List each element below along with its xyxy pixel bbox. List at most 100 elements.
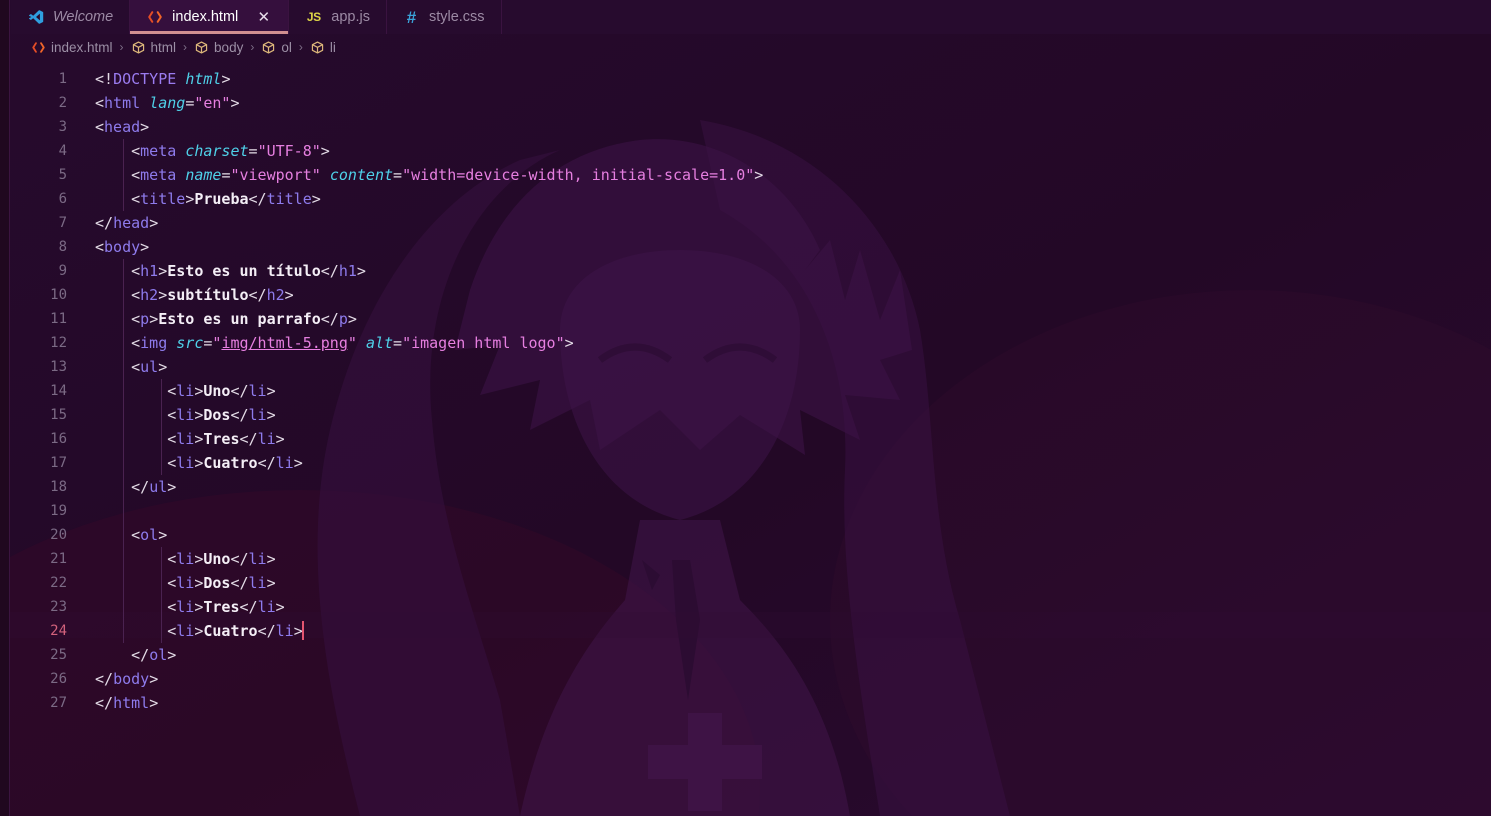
line-content: <body> (95, 238, 150, 256)
code-line[interactable]: 8 <body> (11, 235, 1491, 259)
line-content: <li>Dos</li> (167, 406, 276, 424)
indent-guide (123, 523, 124, 643)
line-content: </head> (95, 214, 159, 232)
code-line[interactable]: 4 <meta charset="UTF-8"> (11, 139, 1491, 163)
code-line[interactable]: 25 </ol> (11, 643, 1491, 667)
code-line[interactable]: 12 <img src="img/html-5.png" alt="imagen… (11, 331, 1491, 355)
line-number: 7 (58, 215, 67, 231)
breadcrumb-item-li[interactable]: li (309, 40, 337, 55)
line-number: 8 (58, 239, 67, 255)
breadcrumb-label: index.html (51, 39, 113, 55)
code-line[interactable]: 19 (11, 499, 1491, 523)
line-content: <ol> (131, 526, 168, 544)
line-number: 21 (50, 551, 67, 567)
tab-welcome[interactable]: Welcome (11, 0, 131, 34)
line-content: <h1>Esto es un título</h1> (131, 262, 366, 280)
code-lines-container: 1 <!DOCTYPE html> 2 <html lang="en"> 3 <hea… (11, 60, 1491, 715)
code-line[interactable]: 13 <ul> (11, 355, 1491, 379)
line-number: 2 (58, 95, 67, 111)
css-icon: # (406, 7, 417, 27)
code-line[interactable]: 16 <li>Tres</li> (11, 427, 1491, 451)
breadcrumb-separator-icon: › (250, 40, 255, 54)
line-content: <li>Tres</li> (167, 430, 285, 448)
code-line[interactable]: 9 <h1>Esto es un título</h1> (11, 259, 1491, 283)
code-line[interactable]: 1 <!DOCTYPE html> (11, 67, 1491, 91)
line-number: 15 (50, 407, 67, 423)
activity-bar-strip[interactable] (0, 0, 10, 816)
code-line[interactable]: 6 <title>Prueba</title> (11, 187, 1491, 211)
line-content: <html lang="en"> (95, 94, 240, 112)
indent-guide (161, 547, 162, 643)
line-content: </ul> (131, 478, 177, 496)
breadcrumb-item-ol[interactable]: ol (260, 40, 293, 55)
line-number: 12 (50, 335, 67, 351)
line-number: 9 (58, 263, 67, 279)
line-content: <li>Uno</li> (167, 382, 276, 400)
line-number: 6 (58, 191, 67, 207)
code-line[interactable]: 18 </ul> (11, 475, 1491, 499)
breadcrumb-item-index-html[interactable]: index.html (30, 40, 114, 55)
code-line[interactable]: 21 <li>Uno</li> (11, 547, 1491, 571)
indent-guide (123, 259, 124, 523)
code-line[interactable]: 2 <html lang="en"> (11, 91, 1491, 115)
breadcrumb-item-html[interactable]: html (130, 40, 178, 55)
breadcrumb-label: li (329, 39, 336, 55)
editor-tab-bar: Welcome index.html ✕ JS app.js # style.c… (11, 0, 1491, 34)
symbol-cube-icon (310, 40, 325, 55)
code-line[interactable]: 27 </html> (11, 691, 1491, 715)
code-line[interactable]: 14 <li>Uno</li> (11, 379, 1491, 403)
code-line[interactable]: 11 <p>Esto es un parrafo</p> (11, 307, 1491, 331)
breadcrumb-separator-icon: › (183, 40, 188, 54)
tab-style-css[interactable]: # style.css (386, 0, 502, 34)
close-icon[interactable]: ✕ (255, 9, 272, 26)
vscode-window: Welcome index.html ✕ JS app.js # style.c… (0, 0, 1491, 816)
line-content: </html> (95, 694, 159, 712)
line-content: </ol> (131, 646, 177, 664)
symbol-cube-icon (194, 40, 209, 55)
line-number: 4 (58, 143, 67, 159)
line-content: <li>Tres</li> (167, 598, 285, 616)
line-number: 5 (58, 167, 67, 183)
code-line[interactable]: 20 <ol> (11, 523, 1491, 547)
line-number: 20 (50, 527, 67, 543)
code-line-active[interactable]: 24 <li>Cuatro</li> (11, 619, 1491, 643)
line-content: <p>Esto es un parrafo</p> (131, 310, 357, 328)
breadcrumb-label: html (150, 39, 177, 55)
code-line[interactable]: 3 <head> (11, 115, 1491, 139)
text-cursor (301, 621, 304, 640)
code-editor[interactable]: 1 <!DOCTYPE html> 2 <html lang="en"> 3 <hea… (11, 60, 1491, 816)
breadcrumb-separator-icon: › (119, 40, 124, 54)
line-number: 11 (50, 311, 67, 327)
line-number: 23 (50, 599, 67, 615)
line-content: <img src="img/html-5.png" alt="imagen ht… (131, 334, 574, 352)
line-content: <li>Uno</li> (167, 550, 276, 568)
code-line[interactable]: 15 <li>Dos</li> (11, 403, 1491, 427)
code-line[interactable]: 26 </body> (11, 667, 1491, 691)
line-content: <h2>subtítulo</h2> (131, 286, 294, 304)
tab-index-html[interactable]: index.html ✕ (130, 0, 290, 34)
tab-app-js[interactable]: JS app.js (289, 0, 387, 34)
symbol-cube-icon (131, 40, 146, 55)
line-content: <meta name="viewport" content="width=dev… (131, 166, 764, 184)
breadcrumb-item-body[interactable]: body (193, 40, 244, 55)
code-line[interactable]: 10 <h2>subtítulo</h2> (11, 283, 1491, 307)
line-number-active: 24 (50, 623, 67, 639)
file-link[interactable]: img/html-5.png (221, 334, 347, 352)
code-line[interactable]: 7 </head> (11, 211, 1491, 235)
tab-label: app.js (331, 9, 370, 25)
code-line[interactable]: 17 <li>Cuatro</li> (11, 451, 1491, 475)
vscode-logo-icon (27, 9, 44, 26)
line-content: <li>Dos</li> (167, 574, 276, 592)
line-number: 10 (50, 287, 67, 303)
line-content: </body> (95, 670, 159, 688)
code-line[interactable]: 23 <li>Tres</li> (11, 595, 1491, 619)
line-number: 16 (50, 431, 67, 447)
line-content: <title>Prueba</title> (131, 190, 321, 208)
indent-guide (161, 379, 162, 475)
line-content: <head> (95, 118, 150, 136)
code-line[interactable]: 22 <li>Dos</li> (11, 571, 1491, 595)
line-number: 1 (58, 71, 67, 87)
code-line[interactable]: 5 <meta name="viewport" content="width=d… (11, 163, 1491, 187)
html5-icon (31, 40, 46, 55)
tab-label: style.css (428, 9, 485, 25)
